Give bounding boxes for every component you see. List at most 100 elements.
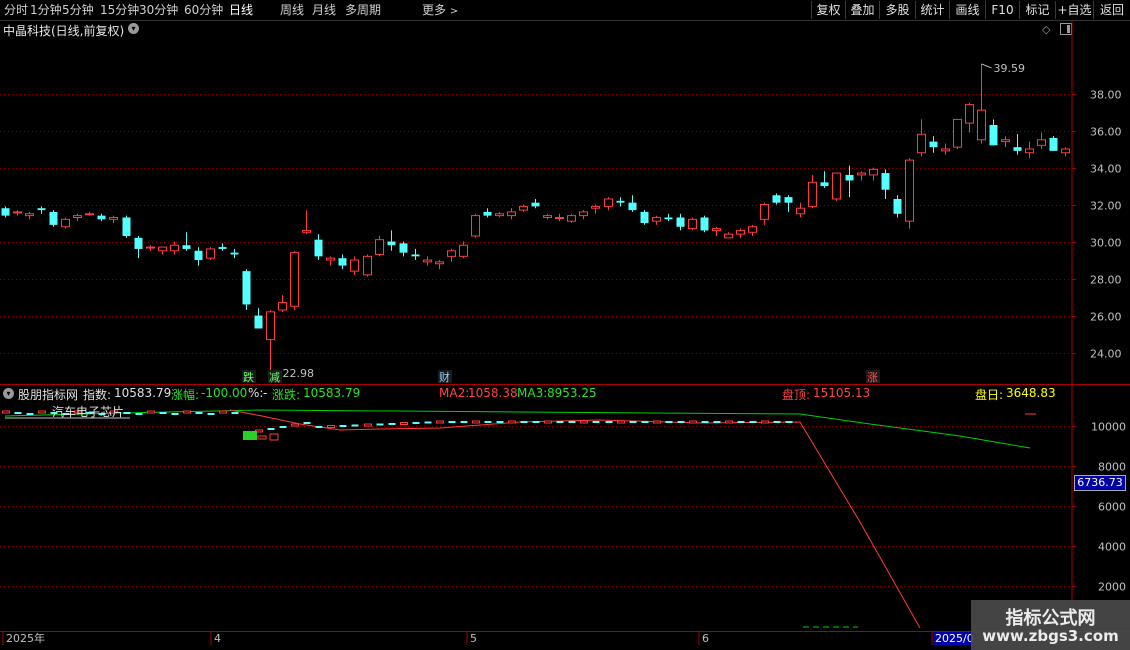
mini-candle [737, 421, 745, 423]
candle-body [387, 241, 396, 246]
index-label: 指数: [83, 388, 112, 402]
y-tick-label: 38.00 [1090, 89, 1122, 102]
watermark: 指标公式网 www.zbgs3.com [971, 600, 1130, 650]
mini-candle [207, 413, 215, 415]
event-marker: 减 [269, 371, 280, 384]
candle-body [616, 200, 625, 203]
high-pointer [981, 63, 992, 69]
mini-candle [195, 412, 203, 414]
candle-body [182, 245, 191, 249]
current-value-badge: 6736.73 [1074, 475, 1126, 491]
mini-candle [448, 421, 456, 423]
candle-body [435, 261, 444, 265]
mini-candle [123, 412, 131, 414]
candle-body [905, 159, 914, 222]
mini-candle [496, 421, 504, 423]
candle-body [411, 254, 420, 257]
y-tick-label: 34.00 [1090, 163, 1122, 176]
mini-candle [592, 421, 600, 423]
mini-candle [641, 421, 649, 423]
candle-body [134, 237, 143, 249]
y-tick-label: 26.00 [1090, 311, 1122, 324]
mini-candle [38, 410, 46, 414]
event-marker: 财 [439, 370, 450, 384]
candle-body [555, 216, 564, 219]
candle-body [869, 168, 878, 176]
candle-body [375, 239, 384, 255]
low-label: 22.98 [283, 367, 315, 380]
candle-body [146, 246, 155, 249]
candle-body [881, 173, 890, 190]
mini-candle [713, 421, 721, 423]
y-tick-label: 28.00 [1090, 274, 1122, 287]
candle-body [495, 213, 504, 217]
pct-label: %: [248, 386, 264, 400]
watermark-url: www.zbgs3.com [982, 627, 1119, 645]
candle-body [338, 258, 347, 266]
candle-body [254, 315, 263, 329]
candle-body [676, 217, 685, 227]
y-tick-label: 24.00 [1090, 348, 1122, 361]
mini-candle [14, 412, 22, 414]
candle-body [13, 211, 22, 214]
mini-candle [327, 425, 335, 428]
candle-body [109, 216, 118, 220]
candle-body [363, 255, 372, 276]
candle-body [965, 104, 974, 124]
candle-body [772, 195, 781, 203]
candle-body [25, 213, 34, 217]
candle-body [604, 198, 613, 207]
mini-candle [484, 421, 492, 423]
time-label: 5 [470, 632, 477, 645]
candle-body [1, 208, 10, 216]
candle-body [796, 207, 805, 215]
ma3-line [4, 409, 1031, 449]
candle-body [230, 252, 239, 255]
candle-body [820, 182, 829, 187]
candle-body [688, 218, 697, 230]
candle-body [712, 228, 721, 231]
time-label: 2025年 [6, 631, 45, 645]
mini-candle [388, 423, 396, 425]
time-label: 6 [702, 632, 709, 645]
mini-candle [617, 420, 625, 424]
y-tick-label: 36.00 [1090, 126, 1122, 139]
mini-candle [665, 421, 673, 423]
mini-candle [785, 421, 793, 423]
high-label: 39.59 [994, 62, 1026, 75]
sub-y-tick-label: 6000 [1098, 501, 1126, 514]
mini-candle [231, 412, 239, 414]
candle-body [808, 181, 817, 207]
candle-body [724, 233, 733, 239]
candle-body [97, 215, 106, 220]
candle-body [929, 141, 938, 148]
indicator-name[interactable]: 股朋指标网 [18, 386, 78, 403]
candle-body [158, 246, 167, 252]
candle-body [218, 247, 227, 249]
mini-candle [725, 420, 733, 424]
mini-candle [436, 420, 444, 424]
mini-candle [701, 421, 709, 423]
candle-body [1013, 147, 1022, 151]
mini-candle [629, 421, 637, 423]
mini-candle [568, 421, 576, 423]
candle-body [953, 118, 962, 148]
candle-body [61, 218, 70, 228]
indicator-dropdown-icon[interactable]: ▾ [3, 388, 14, 399]
candle-body [170, 244, 179, 252]
candle-body [1049, 137, 1058, 151]
mini-candle [315, 426, 323, 428]
mini-candle [171, 413, 179, 415]
sub-y-tick-label: 4000 [1098, 541, 1126, 554]
mini-candle [183, 410, 191, 414]
mini-candle [2, 410, 10, 414]
mini-candle [303, 422, 311, 424]
sub-y-tick-label: 10000 [1091, 421, 1126, 434]
candle-body [977, 109, 986, 141]
candle-body [399, 243, 408, 253]
mini-candle [424, 421, 432, 424]
ma2-label: MA2: [439, 386, 470, 400]
y-tick-label: 30.00 [1090, 237, 1122, 250]
candle-body [784, 197, 793, 203]
mini-candle [761, 420, 769, 424]
